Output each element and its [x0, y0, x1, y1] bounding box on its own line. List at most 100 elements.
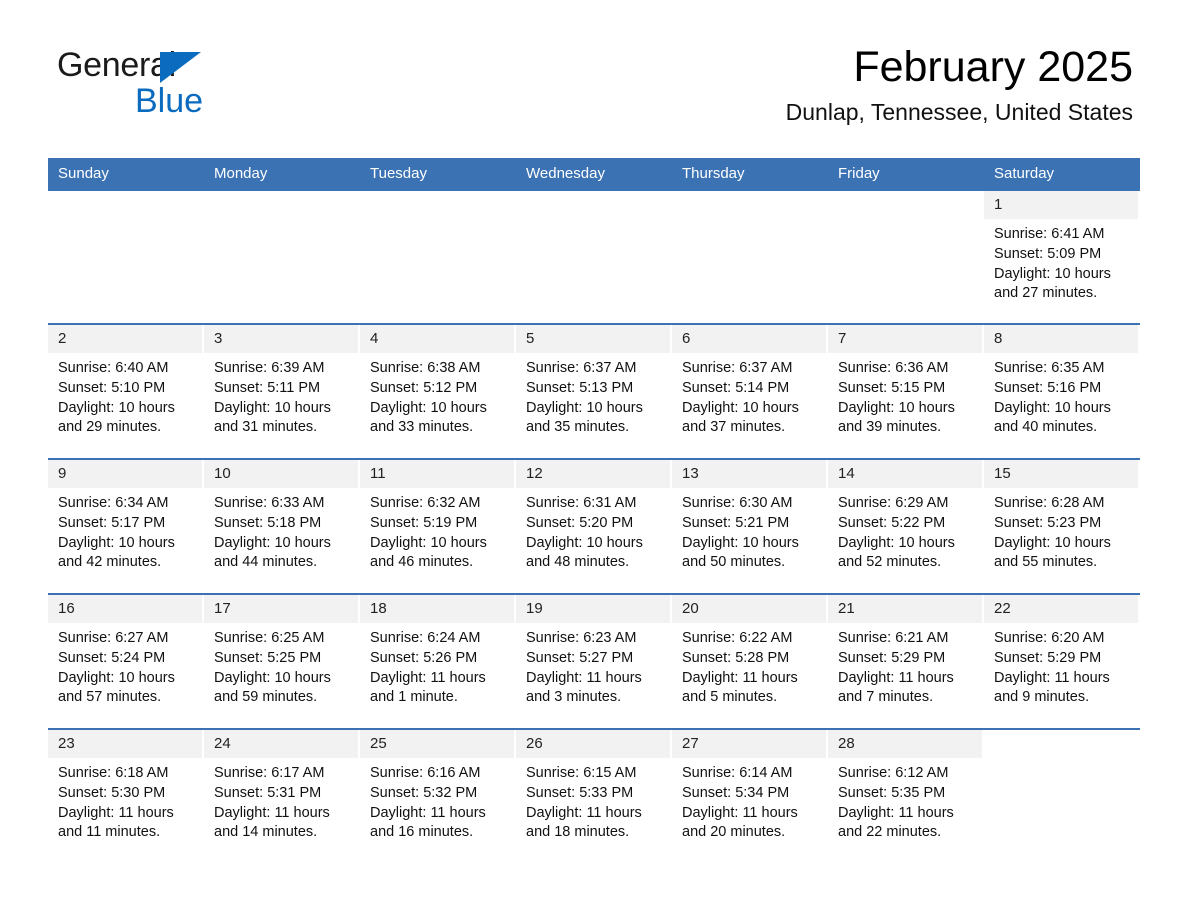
day-number: 4 [360, 325, 516, 353]
calendar-day-cell[interactable]: 12 Sunrise: 6:31 AM Sunset: 5:20 PM Dayligh… [516, 458, 672, 594]
calendar-day-cell[interactable]: 15 Sunrise: 6:28 AM Sunset: 5:23 PM Dayligh… [984, 458, 1140, 594]
calendar-empty-cell [672, 189, 828, 324]
day-number [204, 191, 360, 219]
sunset-text: Sunset: 5:34 PM [682, 784, 790, 801]
calendar-day-cell[interactable]: 26 Sunrise: 6:15 AM Sunset: 5:33 PM Dayligh… [516, 728, 672, 863]
logo-word-blue: Blue [135, 82, 204, 120]
daylight-text-line1: Daylight: 10 hours [682, 399, 799, 416]
calendar-day-cell[interactable]: 14 Sunrise: 6:29 AM Sunset: 5:22 PM Dayligh… [828, 458, 984, 594]
daylight-text-line1: Daylight: 10 hours [994, 399, 1111, 416]
daylight-text-line2: and 40 minutes. [994, 419, 1098, 436]
daylight-text-line2: and 44 minutes. [214, 554, 318, 571]
daylight-text-line2: and 9 minutes. [994, 689, 1090, 706]
weekday-header-sunday: Sunday [48, 158, 204, 190]
calendar-day-cell[interactable]: 3 Sunrise: 6:39 AM Sunset: 5:11 PM Daylight… [204, 323, 360, 459]
calendar-day-cell[interactable]: 6 Sunrise: 6:37 AM Sunset: 5:14 PM Daylight… [672, 323, 828, 459]
calendar-day-cell[interactable]: 9 Sunrise: 6:34 AM Sunset: 5:17 PM Daylight… [48, 458, 204, 594]
daylight-text-line2: and 29 minutes. [58, 419, 162, 436]
sunrise-text: Sunrise: 6:41 AM [994, 226, 1105, 242]
daylight-text-line2: and 33 minutes. [370, 419, 474, 436]
generalblue-logo[interactable]: General Blue [57, 48, 257, 120]
day-details: Sunrise: 6:36 AM Sunset: 5:15 PM Daylight:… [828, 353, 984, 438]
day-details: Sunrise: 6:38 AM Sunset: 5:12 PM Daylight:… [360, 353, 516, 438]
day-details: Sunrise: 6:35 AM Sunset: 5:16 PM Daylight:… [984, 353, 1140, 438]
sunset-text: Sunset: 5:26 PM [370, 649, 478, 666]
calendar-day-cell[interactable]: 10 Sunrise: 6:33 AM Sunset: 5:18 PM Dayligh… [204, 458, 360, 594]
triangle-icon [160, 52, 201, 83]
sunrise-text: Sunrise: 6:23 AM [526, 630, 637, 646]
day-number: 14 [828, 460, 984, 488]
page-subtitle: Dunlap, Tennessee, United States [785, 99, 1133, 126]
calendar-day-cell[interactable]: 28 Sunrise: 6:12 AM Sunset: 5:35 PM Dayligh… [828, 728, 984, 863]
daylight-text-line2: and 22 minutes. [838, 824, 942, 841]
sunrise-text: Sunrise: 6:20 AM [994, 630, 1105, 646]
daylight-text-line1: Daylight: 11 hours [838, 804, 954, 821]
calendar-day-cell[interactable]: 20 Sunrise: 6:22 AM Sunset: 5:28 PM Dayligh… [672, 593, 828, 729]
day-details: Sunrise: 6:37 AM Sunset: 5:14 PM Daylight:… [672, 353, 828, 438]
calendar-day-cell[interactable]: 5 Sunrise: 6:37 AM Sunset: 5:13 PM Daylight… [516, 323, 672, 459]
sunrise-text: Sunrise: 6:12 AM [838, 765, 949, 781]
calendar-day-cell[interactable]: 1 Sunrise: 6:41 AM Sunset: 5:09 PM Daylight… [984, 189, 1140, 324]
day-details: Sunrise: 6:16 AM Sunset: 5:32 PM Daylight:… [360, 758, 516, 843]
day-cell-inner: 3 Sunrise: 6:39 AM Sunset: 5:11 PM Daylight… [204, 325, 360, 458]
daylight-text-line1: Daylight: 10 hours [58, 534, 175, 551]
sunrise-text: Sunrise: 6:17 AM [214, 765, 325, 781]
day-cell-inner: 8 Sunrise: 6:35 AM Sunset: 5:16 PM Daylight… [984, 325, 1140, 458]
sunrise-text: Sunrise: 6:37 AM [526, 360, 637, 376]
day-number: 3 [204, 325, 360, 353]
calendar-day-cell[interactable]: 13 Sunrise: 6:30 AM Sunset: 5:21 PM Dayligh… [672, 458, 828, 594]
day-cell-inner [516, 191, 672, 323]
day-details: Sunrise: 6:41 AM Sunset: 5:09 PM Daylight:… [984, 219, 1140, 304]
daylight-text-line2: and 5 minutes. [682, 689, 778, 706]
calendar-day-cell[interactable]: 24 Sunrise: 6:17 AM Sunset: 5:31 PM Dayligh… [204, 728, 360, 863]
calendar-day-cell[interactable]: 25 Sunrise: 6:16 AM Sunset: 5:32 PM Dayligh… [360, 728, 516, 863]
day-number: 5 [516, 325, 672, 353]
day-number [672, 191, 828, 219]
day-cell-inner: 27 Sunrise: 6:14 AM Sunset: 5:34 PM Dayligh… [672, 730, 828, 863]
daylight-text-line1: Daylight: 11 hours [526, 804, 642, 821]
day-details: Sunrise: 6:30 AM Sunset: 5:21 PM Daylight:… [672, 488, 828, 573]
sunset-text: Sunset: 5:31 PM [214, 784, 322, 801]
calendar-week-row: 23 Sunrise: 6:18 AM Sunset: 5:30 PM Dayligh… [48, 728, 1140, 863]
calendar-day-cell[interactable]: 16 Sunrise: 6:27 AM Sunset: 5:24 PM Dayligh… [48, 593, 204, 729]
calendar-day-cell[interactable]: 19 Sunrise: 6:23 AM Sunset: 5:27 PM Dayligh… [516, 593, 672, 729]
day-number: 15 [984, 460, 1140, 488]
calendar-day-cell[interactable]: 22 Sunrise: 6:20 AM Sunset: 5:29 PM Dayligh… [984, 593, 1140, 729]
day-cell-inner: 24 Sunrise: 6:17 AM Sunset: 5:31 PM Dayligh… [204, 730, 360, 863]
calendar-day-cell[interactable]: 11 Sunrise: 6:32 AM Sunset: 5:19 PM Dayligh… [360, 458, 516, 594]
calendar-day-cell[interactable]: 18 Sunrise: 6:24 AM Sunset: 5:26 PM Dayligh… [360, 593, 516, 729]
day-number: 7 [828, 325, 984, 353]
calendar-day-cell[interactable]: 2 Sunrise: 6:40 AM Sunset: 5:10 PM Daylight… [48, 323, 204, 459]
day-cell-inner: 26 Sunrise: 6:15 AM Sunset: 5:33 PM Dayligh… [516, 730, 672, 863]
calendar-day-cell[interactable]: 7 Sunrise: 6:36 AM Sunset: 5:15 PM Daylight… [828, 323, 984, 459]
day-number: 21 [828, 595, 984, 623]
day-cell-inner: 2 Sunrise: 6:40 AM Sunset: 5:10 PM Daylight… [48, 325, 204, 458]
day-cell-inner [204, 191, 360, 323]
weekday-header-wednesday: Wednesday [516, 158, 672, 190]
sunrise-text: Sunrise: 6:16 AM [370, 765, 481, 781]
daylight-text-line1: Daylight: 11 hours [994, 669, 1110, 686]
sunset-text: Sunset: 5:24 PM [58, 649, 166, 666]
calendar-day-cell[interactable]: 23 Sunrise: 6:18 AM Sunset: 5:30 PM Dayligh… [48, 728, 204, 863]
calendar-day-cell[interactable]: 27 Sunrise: 6:14 AM Sunset: 5:34 PM Dayligh… [672, 728, 828, 863]
day-cell-inner [828, 191, 984, 323]
sunrise-text: Sunrise: 6:40 AM [58, 360, 169, 376]
calendar-day-cell[interactable]: 8 Sunrise: 6:35 AM Sunset: 5:16 PM Daylight… [984, 323, 1140, 459]
daylight-text-line2: and 57 minutes. [58, 689, 162, 706]
calendar-day-cell[interactable]: 4 Sunrise: 6:38 AM Sunset: 5:12 PM Daylight… [360, 323, 516, 459]
calendar-day-cell[interactable]: 21 Sunrise: 6:21 AM Sunset: 5:29 PM Dayligh… [828, 593, 984, 729]
calendar-empty-cell [516, 189, 672, 324]
day-number: 10 [204, 460, 360, 488]
daylight-text-line2: and 11 minutes. [58, 824, 161, 841]
daylight-text-line2: and 14 minutes. [214, 824, 318, 841]
sunset-text: Sunset: 5:25 PM [214, 649, 322, 666]
daylight-text-line2: and 55 minutes. [994, 554, 1098, 571]
sunset-text: Sunset: 5:09 PM [994, 245, 1102, 262]
day-number: 1 [984, 191, 1140, 219]
day-details: Sunrise: 6:39 AM Sunset: 5:11 PM Daylight:… [204, 353, 360, 438]
daylight-text-line2: and 59 minutes. [214, 689, 318, 706]
day-details: Sunrise: 6:32 AM Sunset: 5:19 PM Daylight:… [360, 488, 516, 573]
sunrise-text: Sunrise: 6:31 AM [526, 495, 637, 511]
day-number: 17 [204, 595, 360, 623]
calendar-day-cell[interactable]: 17 Sunrise: 6:25 AM Sunset: 5:25 PM Dayligh… [204, 593, 360, 729]
